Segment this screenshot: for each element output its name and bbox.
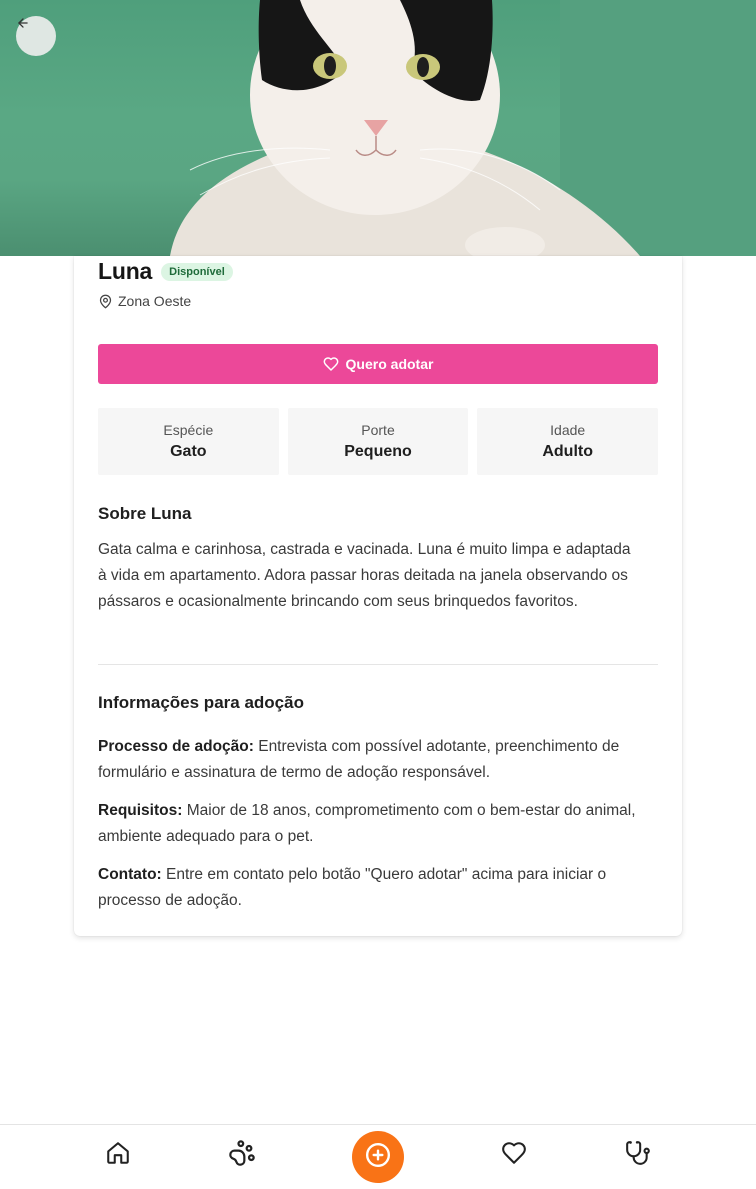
location-text: Zona Oeste — [118, 293, 192, 309]
stat-age: Idade Adulto — [477, 408, 659, 475]
home-icon — [105, 1140, 131, 1171]
stethoscope-icon — [625, 1140, 651, 1171]
nav-add-button[interactable] — [352, 1131, 404, 1183]
about-title: Sobre Luna — [98, 504, 192, 523]
info-label: Processo de adoção: — [98, 738, 254, 755]
stat-size: Porte Pequeno — [287, 408, 469, 475]
stat-label: Espécie — [163, 422, 214, 438]
adopt-button[interactable]: Quero adotar — [98, 344, 658, 384]
divider — [98, 664, 658, 665]
pet-photo — [0, 0, 756, 256]
contact-text: Contato: Entre em contato pelo botão "Qu… — [98, 862, 658, 914]
requirements-text: Requisitos: Maior de 18 anos, comprometi… — [98, 798, 658, 850]
stat-species: Espécie Gato — [98, 408, 279, 475]
stat-label: Idade — [550, 422, 586, 438]
stat-label: Porte — [361, 422, 395, 438]
cat-illustration — [170, 0, 756, 256]
pet-detail-card: Luna Disponível Zona Oeste Quero adotar … — [74, 256, 682, 936]
nav-pets[interactable] — [228, 1139, 256, 1172]
adoption-process-text: Processo de adoção: Entrevista com possí… — [98, 734, 658, 786]
nav-home[interactable] — [104, 1141, 132, 1169]
adopt-button-label: Quero adotar — [345, 356, 434, 372]
stat-value: Adulto — [542, 443, 593, 460]
stat-value: Pequeno — [344, 443, 412, 460]
paw-icon — [228, 1139, 256, 1172]
pet-name: Luna — [98, 258, 153, 284]
title-row: Luna Disponível — [98, 258, 233, 285]
adoption-info-title: Informações para adoção — [98, 693, 304, 712]
bottom-nav — [0, 1124, 756, 1189]
map-pin-icon — [98, 294, 113, 309]
status-badge: Disponível — [161, 262, 233, 281]
nav-favorites[interactable] — [500, 1141, 528, 1169]
location: Zona Oeste — [98, 293, 191, 309]
info-label: Contato: — [98, 866, 162, 883]
plus-circle-icon — [365, 1142, 391, 1173]
info-label: Requisitos: — [98, 802, 183, 819]
about-text: Gata calma e carinhosa, castrada e vacin… — [98, 541, 631, 610]
heart-icon — [323, 356, 339, 372]
heart-icon — [501, 1140, 527, 1171]
pet-stats: Espécie Gato Porte Pequeno Idade Adulto — [98, 408, 659, 475]
nav-health[interactable] — [624, 1140, 652, 1171]
stat-value: Gato — [170, 443, 207, 460]
info-text: Entre em contato pelo botão "Quero adota… — [98, 866, 607, 909]
back-button[interactable] — [16, 16, 56, 56]
